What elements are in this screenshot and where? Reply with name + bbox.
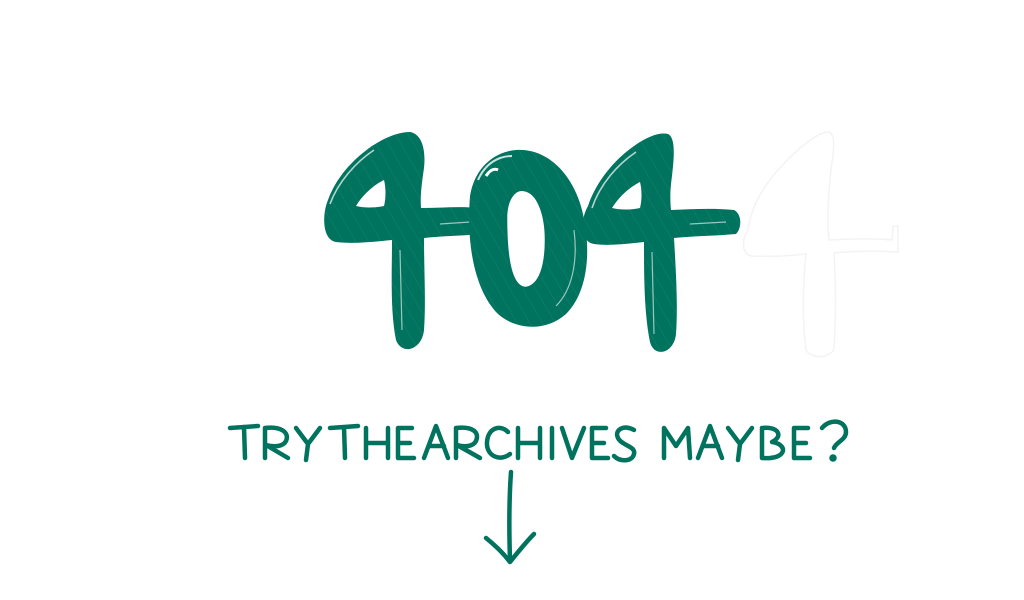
ghost-four-glyph bbox=[742, 131, 899, 358]
digit-four-left bbox=[324, 132, 485, 350]
digit-four-right bbox=[582, 133, 741, 352]
archive-arrow-link[interactable] bbox=[470, 462, 550, 572]
error-page: 404 4 TRY THE ARCHIVES MAYBE? bbox=[0, 0, 1024, 600]
digit-zero bbox=[469, 149, 588, 327]
handwritten-message bbox=[227, 419, 849, 463]
